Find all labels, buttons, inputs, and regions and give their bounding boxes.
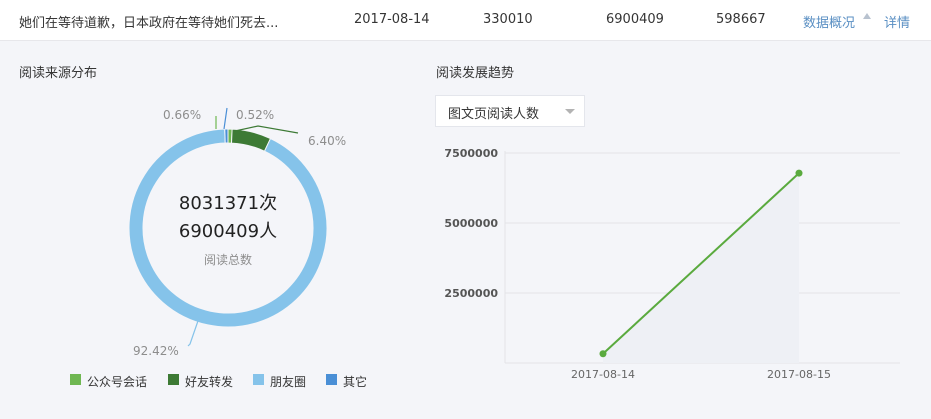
trend-line-chart: 2500000 5000000 7500000 2017-08-14 2017-08-1… — [444, 147, 900, 381]
series-area — [603, 173, 799, 363]
data-point-1[interactable] — [795, 169, 803, 177]
data-point-0[interactable] — [599, 350, 607, 358]
x-tick-label: 2017-08-15 — [767, 368, 831, 381]
y-tick-label: 7500000 — [444, 147, 498, 160]
y-tick-label: 5000000 — [444, 217, 498, 230]
y-tick-label: 2500000 — [444, 287, 498, 300]
x-tick-label: 2017-08-14 — [571, 368, 635, 381]
